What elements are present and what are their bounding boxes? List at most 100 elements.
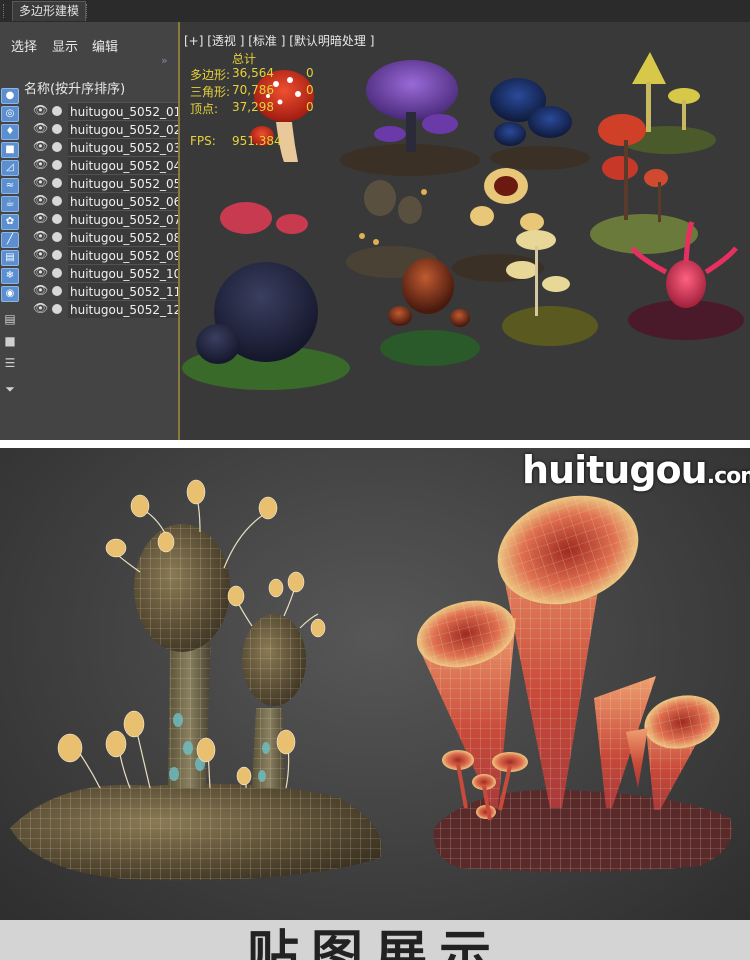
eye-icon[interactable]: 👁 bbox=[33, 121, 48, 135]
eye-icon[interactable]: 👁 bbox=[33, 301, 48, 315]
object-name[interactable]: huitugou_5052_06 bbox=[68, 192, 178, 210]
shapes-icon[interactable]: ◎ bbox=[1, 106, 19, 122]
render-toggle-icon[interactable] bbox=[52, 232, 62, 242]
render-toggle-icon[interactable] bbox=[52, 142, 62, 152]
perspective-viewport[interactable]: [+] [透视 ] [标准 ] [默认明暗处理 ] 总计 多边形: 36,564… bbox=[178, 22, 750, 440]
viewport-label[interactable]: [+] [透视 ] [标准 ] [默认明暗处理 ] bbox=[184, 32, 374, 49]
stats-triangles-label: 三角形: bbox=[190, 85, 231, 99]
stats-triangles-selected: 0 bbox=[306, 83, 314, 97]
stats-polygons-selected: 0 bbox=[306, 66, 314, 80]
render-scene bbox=[10, 479, 732, 881]
list-item[interactable]: 👁 huitugou_5052_04 bbox=[22, 156, 178, 174]
eye-icon[interactable]: 👁 bbox=[33, 103, 48, 117]
navy-mushroom bbox=[182, 202, 350, 390]
list-item[interactable]: 👁 huitugou_5052_07 bbox=[22, 210, 178, 228]
render-toggle-icon[interactable] bbox=[52, 124, 62, 134]
list-item[interactable]: 👁 huitugou_5052_02 bbox=[22, 120, 178, 138]
object-name[interactable]: huitugou_5052_09 bbox=[68, 246, 178, 264]
drag-handle[interactable] bbox=[86, 4, 92, 18]
bone-icon[interactable]: ╱ bbox=[1, 232, 19, 248]
eye-icon[interactable]: 👁 bbox=[33, 283, 48, 297]
list-item[interactable]: 👁 huitugou_5052_09 bbox=[22, 246, 178, 264]
eye-icon[interactable]: 👁 bbox=[33, 211, 48, 225]
eye-icon[interactable]: 👁 bbox=[33, 175, 48, 189]
object-name[interactable]: huitugou_5052_04 bbox=[68, 156, 178, 174]
render-toggle-icon[interactable] bbox=[52, 286, 62, 296]
menu-select[interactable]: 选择 bbox=[11, 36, 37, 55]
stats-polygons-value: 36,564 bbox=[232, 66, 274, 80]
light-icon[interactable]: ♦ bbox=[1, 124, 19, 140]
list-item[interactable]: 👁 huitugou_5052_11 bbox=[22, 282, 178, 300]
object-name[interactable]: huitugou_5052_08 bbox=[68, 228, 178, 246]
stats-polygons-label: 多边形: bbox=[190, 68, 231, 82]
eye-icon[interactable]: 👁 bbox=[33, 247, 48, 261]
object-name[interactable]: huitugou_5052_10 bbox=[68, 264, 178, 282]
eye-icon[interactable]: 👁 bbox=[33, 139, 48, 153]
olive-pod-mushroom-wireframe bbox=[10, 479, 382, 881]
render-toggle-icon[interactable] bbox=[52, 196, 62, 206]
stats-triangles-value: 70,786 bbox=[232, 83, 274, 97]
red-cup-mushroom-wireframe bbox=[416, 495, 732, 872]
render-toggle-icon[interactable] bbox=[52, 268, 62, 278]
render-toggle-icon[interactable] bbox=[52, 160, 62, 170]
eye-icon[interactable]: 👁 bbox=[33, 265, 48, 279]
name-column-header[interactable]: 名称(按升序排序) bbox=[22, 80, 178, 100]
render-toggle-icon[interactable] bbox=[52, 214, 62, 224]
list-item[interactable]: 👁 huitugou_5052_10 bbox=[22, 264, 178, 282]
helper-icon[interactable]: ◿ bbox=[1, 160, 19, 176]
filter-icon[interactable]: ⏷ bbox=[1, 382, 19, 398]
teapot-icon[interactable]: ☕ bbox=[1, 196, 19, 212]
box-icon[interactable]: ■ bbox=[1, 334, 19, 350]
explorer-menubar: 选择 显示 编辑 bbox=[0, 22, 178, 58]
visibility-icon[interactable]: ◉ bbox=[1, 286, 19, 302]
object-name[interactable]: huitugou_5052_05 bbox=[68, 174, 178, 192]
tab-polygon-modeling[interactable]: 多边形建模 bbox=[12, 1, 87, 21]
purple-mushroom bbox=[340, 60, 480, 176]
object-name[interactable]: huitugou_5052_07 bbox=[68, 210, 178, 228]
properties-icon[interactable]: ☰ bbox=[1, 356, 19, 372]
section-divider bbox=[0, 440, 750, 448]
list-item[interactable]: 👁 huitugou_5052_01 bbox=[22, 102, 178, 120]
eye-icon[interactable]: 👁 bbox=[33, 157, 48, 171]
stats-vertices-label: 顶点: bbox=[190, 102, 219, 116]
section-caption: 贴图展示 bbox=[246, 926, 503, 960]
list-item[interactable]: 👁 huitugou_5052_08 bbox=[22, 228, 178, 246]
menu-edit[interactable]: 编辑 bbox=[92, 36, 118, 55]
watermark-main: huitugou bbox=[522, 448, 708, 492]
snowflake-icon[interactable]: ❄ bbox=[1, 268, 19, 284]
stats-fps-value: 951.384 bbox=[232, 134, 282, 148]
yellow-parasol-mushrooms bbox=[502, 230, 598, 346]
list-item[interactable]: 👁 huitugou_5052_12 bbox=[22, 300, 178, 318]
spacewarp-icon[interactable]: ≈ bbox=[1, 178, 19, 194]
stats-fps-label: FPS: bbox=[190, 134, 216, 148]
blue-mushroom bbox=[490, 78, 590, 170]
eye-icon[interactable]: 👁 bbox=[33, 193, 48, 207]
render-toggle-icon[interactable] bbox=[52, 106, 62, 116]
caption-bar: 贴图展示 bbox=[0, 920, 750, 960]
expand-panel-icon[interactable]: » bbox=[161, 54, 168, 67]
render-toggle-icon[interactable] bbox=[52, 178, 62, 188]
object-name[interactable]: huitugou_5052_03 bbox=[68, 138, 178, 156]
menu-display[interactable]: 显示 bbox=[52, 36, 78, 55]
tab-bar: 多边形建模 bbox=[0, 0, 750, 22]
list-item[interactable]: 👁 huitugou_5052_06 bbox=[22, 192, 178, 210]
object-name[interactable]: huitugou_5052_01 bbox=[68, 102, 178, 120]
layer-icon[interactable]: ▤ bbox=[1, 250, 19, 266]
camera-icon[interactable]: ■ bbox=[1, 142, 19, 158]
eye-icon[interactable]: 👁 bbox=[33, 229, 48, 243]
object-name[interactable]: huitugou_5052_11 bbox=[68, 282, 178, 300]
render-toggle-icon[interactable] bbox=[52, 250, 62, 260]
watermark-suffix: .com bbox=[706, 464, 750, 489]
watermark-logo: huitugou.com bbox=[522, 448, 750, 492]
particle-icon[interactable]: ✿ bbox=[1, 214, 19, 230]
stats-total-label: 总计 bbox=[232, 52, 257, 66]
list-item[interactable]: 👁 huitugou_5052_05 bbox=[22, 174, 178, 192]
sphere-icon[interactable]: ● bbox=[1, 88, 19, 104]
render-toggle-icon[interactable] bbox=[52, 304, 62, 314]
drag-handle[interactable] bbox=[3, 4, 9, 18]
document-icon[interactable]: ▤ bbox=[1, 312, 19, 328]
wireframe-render bbox=[0, 448, 750, 920]
object-name[interactable]: huitugou_5052_02 bbox=[68, 120, 178, 138]
list-item[interactable]: 👁 huitugou_5052_03 bbox=[22, 138, 178, 156]
object-name[interactable]: huitugou_5052_12 bbox=[68, 300, 178, 318]
